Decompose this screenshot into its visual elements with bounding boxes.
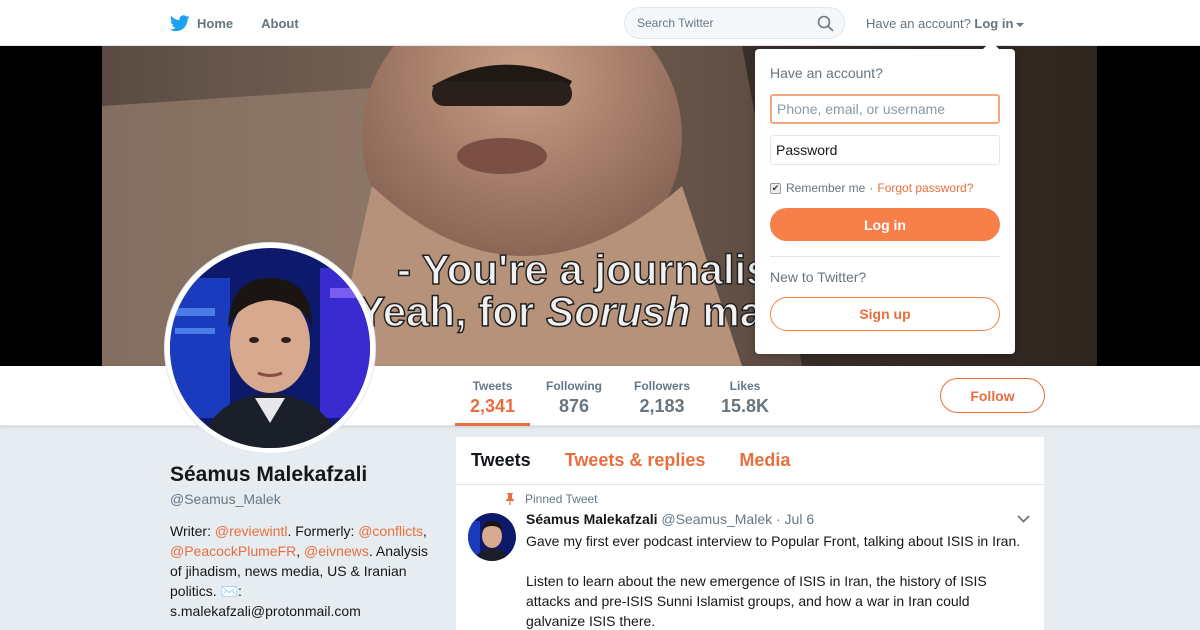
tweet-author-handle[interactable]: @Seamus_Malek <box>661 511 772 527</box>
tweet-paragraph: Gave my first ever podcast interview to … <box>526 533 1021 549</box>
account-prompt: Have an account? Log in <box>866 16 1025 31</box>
stat-followers[interactable]: Followers 2,183 <box>628 366 696 426</box>
login-menu-link[interactable]: Log in <box>974 16 1013 31</box>
bio-link-conflicts[interactable]: @conflicts <box>358 523 423 539</box>
nav-about[interactable]: About <box>261 16 299 31</box>
profile-name: Séamus Malekafzali <box>170 463 368 486</box>
remember-me-checkbox[interactable]: ✔ <box>770 182 781 194</box>
stat-value: 15.8K <box>720 396 770 416</box>
pinned-tweet[interactable]: Pinned Tweet Séamus Malekafzali @Seamus_… <box>456 437 1044 630</box>
tweet-header: Séamus Malekafzali @Seamus_Malek · Jul 6 <box>526 511 814 527</box>
remember-me-label[interactable]: Remember me <box>786 181 865 195</box>
tweet-avatar-image <box>468 513 516 561</box>
nav-left: Home About <box>170 0 327 46</box>
top-nav-bar: Home About Have an account? Log in <box>0 0 1200 46</box>
stat-likes[interactable]: Likes 15.8K <box>715 366 775 426</box>
profile-avatar[interactable] <box>165 243 375 453</box>
signup-button[interactable]: Sign up <box>770 297 1000 331</box>
banner-caption-line1: - You're a journalis <box>397 246 770 293</box>
stat-label: Followers <box>633 379 690 393</box>
stat-value: 2,183 <box>639 396 685 416</box>
nav-home[interactable]: Home <box>170 14 234 32</box>
stat-value: 2,341 <box>469 396 516 416</box>
follow-button[interactable]: Follow <box>940 378 1045 413</box>
bio-text: . Formerly: <box>287 523 359 539</box>
pinned-label: Pinned Tweet <box>525 492 598 506</box>
mail-icon: ✉️ <box>220 583 239 599</box>
bio-text: , <box>423 523 427 539</box>
login-dropdown: Have an account? ✔ Remember me · Forgot … <box>755 41 1015 354</box>
forgot-password-link[interactable]: Forgot password? <box>877 181 973 195</box>
dropdown-title: Have an account? <box>770 65 883 81</box>
separator-dot: · <box>869 181 874 195</box>
pin-icon <box>506 493 514 505</box>
username-field[interactable] <box>770 94 1000 124</box>
stat-label: Tweets <box>472 379 513 393</box>
stat-label: Likes <box>729 379 761 393</box>
profile-handle[interactable]: @Seamus_Malek <box>170 491 281 507</box>
tweet-avatar[interactable] <box>468 513 516 561</box>
password-field[interactable] <box>770 135 1000 165</box>
bio-text: , <box>296 543 305 559</box>
stat-tweets[interactable]: Tweets 2,341 <box>455 366 530 426</box>
have-account-label: Have an account? <box>866 16 971 31</box>
nav-about-label: About <box>261 15 299 31</box>
avatar-image <box>170 248 370 448</box>
bio-text: Writer: <box>170 523 215 539</box>
stat-value: 876 <box>558 396 590 416</box>
search-icon[interactable] <box>817 15 834 32</box>
tweet-date[interactable]: · Jul 6 <box>776 511 814 527</box>
search-input[interactable] <box>625 8 805 38</box>
stat-following[interactable]: Following 876 <box>540 366 608 426</box>
twitter-bird-icon <box>170 14 190 31</box>
pinned-label-row: Pinned Tweet <box>505 492 598 506</box>
bio-email: s.malekafzali@protonmail.com <box>170 603 361 619</box>
caret-down-icon[interactable] <box>1016 22 1025 27</box>
profile-bio: Writer: @reviewintl. Formerly: @conflict… <box>170 521 440 621</box>
login-button[interactable]: Log in <box>770 208 1000 241</box>
chevron-down-icon[interactable] <box>1017 515 1030 523</box>
new-to-twitter-label: New to Twitter? <box>770 269 867 285</box>
tweet-author-name[interactable]: Séamus Malekafzali <box>526 511 658 527</box>
nav-home-label: Home <box>197 15 234 31</box>
remember-row: ✔ Remember me · Forgot password? <box>770 181 1000 195</box>
search-box <box>624 7 845 39</box>
tweet-paragraph: Listen to learn about the new emergence … <box>526 573 987 629</box>
banner-caption-line2: Yeah, for Sorush mag <box>357 288 789 335</box>
bio-link-eivnews[interactable]: @eivnews <box>304 543 369 559</box>
dropdown-divider <box>770 256 1000 257</box>
tweet-text: Gave my first ever podcast interview to … <box>526 531 1031 630</box>
bio-link-reviewintl[interactable]: @reviewintl <box>215 523 288 539</box>
bio-link-peacockplumefr[interactable]: @PeacockPlumeFR <box>170 543 296 559</box>
stat-label: Following <box>546 379 602 393</box>
bio-text: : <box>238 583 242 599</box>
